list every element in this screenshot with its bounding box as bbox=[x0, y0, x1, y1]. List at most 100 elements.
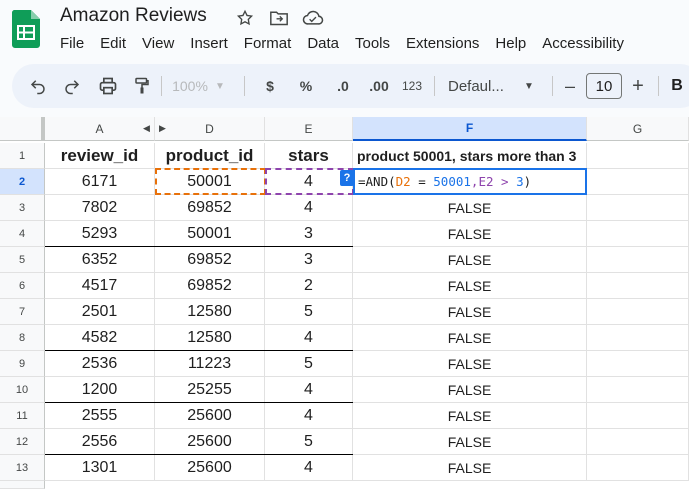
font-chevron-down-icon[interactable]: ▼ bbox=[522, 64, 536, 108]
row-header[interactable]: 7 bbox=[0, 299, 45, 325]
font-family-select[interactable]: Defaul... bbox=[448, 64, 510, 108]
menu-accessibility[interactable]: Accessibility bbox=[534, 34, 632, 53]
cell-f[interactable]: FALSE bbox=[353, 325, 587, 351]
row-header[interactable]: 2 bbox=[0, 169, 45, 195]
cell-review-id[interactable]: 2536 bbox=[45, 351, 155, 377]
cell-review-id[interactable]: 5293 bbox=[45, 221, 155, 247]
cell-stars[interactable]: 4 bbox=[265, 195, 353, 221]
undo-icon[interactable] bbox=[26, 64, 50, 108]
paint-format-icon[interactable] bbox=[130, 64, 154, 108]
grid-cell[interactable] bbox=[587, 247, 689, 273]
cell-f[interactable]: FALSE bbox=[353, 351, 587, 377]
cell-f[interactable]: FALSE bbox=[353, 273, 587, 299]
expand-right-icon[interactable]: ▶ bbox=[159, 123, 166, 134]
cell-f[interactable]: FALSE bbox=[353, 455, 587, 481]
cell-review-id[interactable]: 2556 bbox=[45, 429, 155, 455]
menu-view[interactable]: View bbox=[134, 34, 182, 53]
menu-extensions[interactable]: Extensions bbox=[398, 34, 487, 53]
cell-stars[interactable]: 3 bbox=[265, 221, 353, 247]
grid-cell[interactable] bbox=[587, 325, 689, 351]
zoom-chevron-down-icon[interactable]: ▼ bbox=[213, 64, 227, 108]
cell-stars[interactable]: 5 bbox=[265, 351, 353, 377]
decrease-font-size-button[interactable]: – bbox=[562, 64, 578, 108]
menu-file[interactable]: File bbox=[52, 34, 92, 53]
row-header[interactable]: 3 bbox=[0, 195, 45, 221]
cell-product-id[interactable]: 25600 bbox=[155, 455, 265, 481]
row-header[interactable]: 9 bbox=[0, 351, 45, 377]
row-header[interactable]: 13 bbox=[0, 455, 45, 481]
print-icon[interactable] bbox=[96, 64, 120, 108]
cell-stars[interactable]: 5 bbox=[265, 429, 353, 455]
cell-review-id[interactable]: 6352 bbox=[45, 247, 155, 273]
increase-decimal-button[interactable]: .00 bbox=[364, 64, 394, 108]
cell-product-id[interactable]: 69852 bbox=[155, 247, 265, 273]
cell-product-id[interactable]: 25600 bbox=[155, 429, 265, 455]
cell-f[interactable]: FALSE bbox=[353, 429, 587, 455]
document-title[interactable]: Amazon Reviews bbox=[60, 5, 207, 27]
row-header[interactable] bbox=[0, 481, 45, 489]
row-header[interactable]: 5 bbox=[0, 247, 45, 273]
menu-help[interactable]: Help bbox=[487, 34, 534, 53]
column-header-a[interactable]: A bbox=[45, 117, 155, 141]
decrease-decimal-button[interactable]: .0 bbox=[330, 64, 356, 108]
cell-stars[interactable]: 4 bbox=[265, 377, 353, 403]
number-format-button[interactable]: 123 bbox=[400, 64, 424, 108]
cell-product-id[interactable]: 69852 bbox=[155, 195, 265, 221]
zoom-select[interactable]: 100% bbox=[169, 64, 211, 108]
cell-f[interactable]: FALSE bbox=[353, 221, 587, 247]
grid-cell[interactable] bbox=[587, 221, 689, 247]
cell-review-id[interactable]: 2501 bbox=[45, 299, 155, 325]
row-header[interactable]: 10 bbox=[0, 377, 45, 403]
column-header-d[interactable]: D bbox=[155, 117, 265, 141]
currency-format-button[interactable]: $ bbox=[262, 64, 278, 108]
menu-insert[interactable]: Insert bbox=[182, 34, 236, 53]
cell-f[interactable]: FALSE bbox=[353, 377, 587, 403]
menu-tools[interactable]: Tools bbox=[347, 34, 398, 53]
cell-review-id[interactable]: 1301 bbox=[45, 455, 155, 481]
bold-button[interactable]: B bbox=[670, 64, 684, 108]
star-icon[interactable] bbox=[234, 7, 256, 29]
row-header[interactable]: 11 bbox=[0, 403, 45, 429]
grid-cell[interactable] bbox=[587, 377, 689, 403]
active-cell-formula-editor[interactable]: =AND(D2 = 50001 ,E2 > 3) bbox=[353, 168, 587, 195]
cell-f[interactable]: FALSE bbox=[353, 403, 587, 429]
percent-format-button[interactable]: % bbox=[298, 64, 314, 108]
cell-review-id[interactable]: 1200 bbox=[45, 377, 155, 403]
header-cell-f[interactable]: product 50001, stars more than 3 bbox=[353, 143, 587, 169]
grid-cell[interactable] bbox=[587, 299, 689, 325]
cell-stars[interactable]: 4 bbox=[265, 403, 353, 429]
row-header[interactable]: 4 bbox=[0, 221, 45, 247]
cell-product-id[interactable]: 11223 bbox=[155, 351, 265, 377]
grid-cell[interactable] bbox=[587, 143, 689, 169]
cell-stars[interactable]: 4 bbox=[265, 325, 353, 351]
cloud-saved-icon[interactable] bbox=[302, 7, 324, 29]
grid-cell[interactable] bbox=[587, 351, 689, 377]
grid-cell[interactable] bbox=[587, 195, 689, 221]
column-header-f[interactable]: F bbox=[353, 117, 587, 141]
grid-cell[interactable] bbox=[587, 403, 689, 429]
cell-product-id[interactable]: 69852 bbox=[155, 273, 265, 299]
cell-review-id[interactable]: 4517 bbox=[45, 273, 155, 299]
cell-f[interactable]: FALSE bbox=[353, 247, 587, 273]
formula-help-icon[interactable]: ? bbox=[340, 170, 354, 186]
select-all-corner[interactable] bbox=[0, 117, 45, 141]
menu-data[interactable]: Data bbox=[299, 34, 347, 53]
cell-review-id[interactable]: 6171 bbox=[45, 169, 155, 195]
cell-stars[interactable]: 4 bbox=[265, 455, 353, 481]
menu-edit[interactable]: Edit bbox=[92, 34, 134, 53]
grid-cell[interactable] bbox=[587, 273, 689, 299]
grid-cell[interactable] bbox=[587, 169, 689, 195]
cell-product-id[interactable]: 50001 bbox=[155, 221, 265, 247]
cell-review-id[interactable]: 2555 bbox=[45, 403, 155, 429]
cell-product-id[interactable]: 12580 bbox=[155, 325, 265, 351]
move-folder-icon[interactable] bbox=[268, 7, 290, 29]
menu-format[interactable]: Format bbox=[236, 34, 300, 53]
row-header[interactable]: 1 bbox=[0, 143, 45, 169]
cell-product-id[interactable]: 25600 bbox=[155, 403, 265, 429]
row-header[interactable]: 8 bbox=[0, 325, 45, 351]
header-cell-review-id[interactable]: review_id bbox=[45, 143, 155, 169]
sheets-logo-icon[interactable] bbox=[11, 10, 41, 48]
row-header[interactable]: 6 bbox=[0, 273, 45, 299]
cell-f[interactable]: FALSE bbox=[353, 299, 587, 325]
column-header-e[interactable]: E bbox=[265, 117, 353, 141]
